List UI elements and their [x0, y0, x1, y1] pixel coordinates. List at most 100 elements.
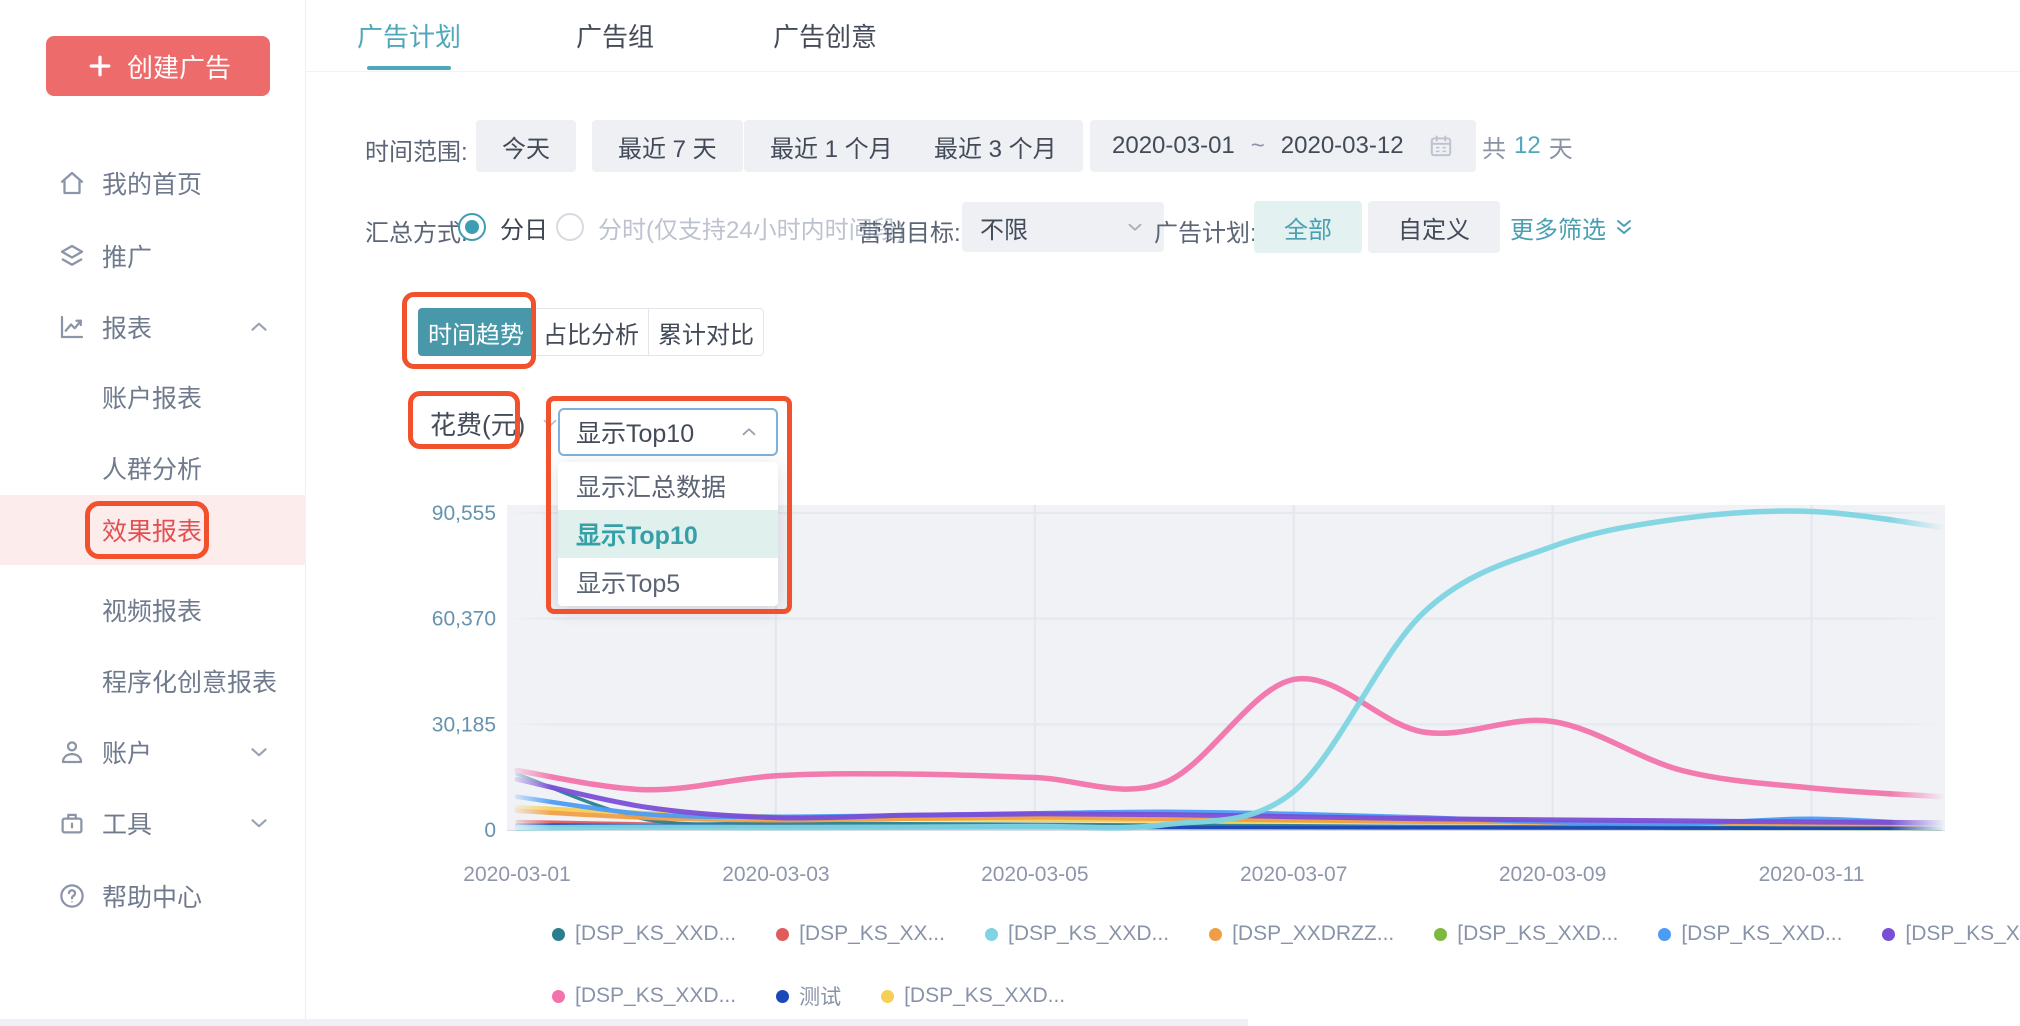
legend-item[interactable]: [DSP_KS_XXD...	[1658, 922, 1842, 946]
more-filters-label: 更多筛选	[1510, 210, 1606, 245]
sidebar-item-help-center[interactable]: 帮助中心	[0, 872, 306, 920]
range-3months-button[interactable]: 最近 3 个月	[908, 120, 1083, 172]
tab-ad-plan[interactable]: 广告计划	[357, 0, 461, 70]
legend-dot	[1434, 928, 1447, 941]
radio-label: 分日	[500, 210, 548, 245]
svg-text:60,370: 60,370	[432, 608, 496, 631]
legend-label: 测试	[799, 981, 841, 1011]
legend-item[interactable]: [DSP_KS_XXD...	[552, 922, 736, 946]
create-ad-button[interactable]: 创建广告	[46, 36, 270, 96]
chart-legend-row-1: [DSP_KS_XXD... [DSP_KS_XX... [DSP_KS_XXD…	[552, 922, 2020, 946]
summary-mode-label: 汇总方式:	[365, 213, 468, 248]
vtab-label: 时间趋势	[428, 315, 524, 350]
legend-item[interactable]: [DSP_KS_XXD...	[881, 984, 1065, 1008]
chip-label: 自定义	[1398, 210, 1470, 245]
radio-by-hour[interactable]	[556, 213, 584, 241]
sidebar: 创建广告 我的首页 推广 报表 账户报表 人群分	[0, 0, 306, 1026]
legend-dot	[552, 928, 565, 941]
tab-label: 广告创意	[773, 17, 877, 54]
legend-item[interactable]: [DSP_KS_XX...	[776, 922, 945, 946]
entity-tabbar	[306, 0, 2020, 72]
legend-item[interactable]: [DSP_KS_XXD...	[985, 922, 1169, 946]
tab-ad-creative[interactable]: 广告创意	[773, 0, 877, 70]
legend-item[interactable]: [DSP_XXDRZZ...	[1209, 922, 1394, 946]
ad-plan-custom-button[interactable]: 自定义	[1368, 201, 1500, 253]
chart-icon	[56, 311, 88, 343]
sidebar-item-video-report[interactable]: 视频报表	[0, 586, 306, 634]
topn-option-summary[interactable]: 显示汇总数据	[558, 462, 778, 510]
sidebar-item-reports[interactable]: 报表	[0, 303, 306, 351]
svg-text:2020-03-05: 2020-03-05	[981, 863, 1088, 886]
marketing-goal-select[interactable]: 不限	[962, 202, 1164, 252]
sidebar-item-label: 视频报表	[102, 592, 202, 628]
view-tab-time-trend[interactable]: 时间趋势	[418, 308, 534, 356]
tab-label: 广告计划	[357, 17, 461, 54]
ad-plan-all-button[interactable]: 全部	[1254, 201, 1362, 253]
chevron-up-icon	[246, 314, 272, 340]
create-ad-label: 创建广告	[127, 48, 231, 85]
legend-dot	[776, 928, 789, 941]
chip-label: 最近 7 天	[618, 129, 717, 164]
legend-item[interactable]: 测试	[776, 981, 841, 1011]
plus-icon	[85, 51, 115, 81]
topn-select-value: 显示Top10	[576, 414, 694, 450]
legend-label: [DSP_KS_XXD...	[1681, 922, 1842, 946]
legend-item[interactable]: [DSP_KS_XXD...	[1882, 922, 2020, 946]
legend-item[interactable]: [DSP_KS_XXD...	[552, 984, 736, 1008]
home-icon	[56, 167, 88, 199]
chevron-down-icon	[246, 810, 272, 836]
sidebar-item-account-report[interactable]: 账户报表	[0, 373, 306, 421]
marketing-goal-label: 营销目标:	[858, 213, 961, 248]
radio-by-day-label[interactable]: 分日	[500, 201, 548, 253]
svg-text:30,185: 30,185	[432, 713, 496, 736]
sidebar-item-label: 人群分析	[102, 450, 202, 486]
svg-text:0: 0	[484, 819, 496, 842]
legend-label: [DSP_KS_XXD...	[904, 984, 1065, 1008]
legend-item[interactable]: [DSP_KS_XXD...	[1434, 922, 1618, 946]
sidebar-item-home[interactable]: 我的首页	[0, 159, 306, 207]
range-today-button[interactable]: 今天	[476, 120, 576, 172]
view-tab-cumulative[interactable]: 累计对比	[648, 308, 764, 356]
topn-option-top10[interactable]: 显示Top10	[558, 510, 778, 558]
select-value: 不限	[980, 210, 1028, 245]
sidebar-item-label: 账户报表	[102, 379, 202, 415]
sidebar-item-effect-report[interactable]: 效果报表	[102, 495, 202, 565]
topn-option-top5[interactable]: 显示Top5	[558, 558, 778, 606]
chip-label: 今天	[502, 129, 550, 164]
legend-label: [DSP_KS_XX...	[799, 922, 945, 946]
date-separator: ~	[1251, 132, 1265, 160]
range-1month-button[interactable]: 最近 1 个月	[744, 120, 919, 172]
radio-by-day[interactable]	[458, 213, 486, 241]
more-filters-link[interactable]: 更多筛选	[1510, 201, 1636, 253]
topn-select[interactable]: 显示Top10	[558, 408, 778, 456]
sidebar-item-label: 我的首页	[102, 165, 202, 201]
date-range-picker[interactable]: 2020-03-01 ~ 2020-03-12	[1090, 120, 1476, 172]
chip-label: 全部	[1284, 210, 1332, 245]
metric-selector[interactable]: 花费(元)	[430, 398, 561, 448]
option-label: 显示汇总数据	[576, 468, 726, 504]
metric-label: 花费(元)	[430, 405, 525, 442]
legend-dot	[552, 990, 565, 1003]
total-days: 共 12 天	[1482, 120, 1573, 172]
ad-plan-filter-label: 广告计划:	[1154, 213, 1257, 248]
sidebar-item-tools[interactable]: 工具	[0, 799, 306, 847]
range-7days-button[interactable]: 最近 7 天	[592, 120, 743, 172]
sidebar-item-label: 帮助中心	[102, 878, 202, 914]
legend-dot	[985, 928, 998, 941]
sidebar-item-label: 报表	[102, 309, 152, 345]
legend-dot	[1209, 928, 1222, 941]
chevron-up-icon	[738, 421, 760, 443]
sidebar-item-promotion[interactable]: 推广	[0, 232, 306, 280]
topn-dropdown-menu: 显示汇总数据 显示Top10 显示Top5	[558, 462, 778, 606]
sidebar-item-audience-analysis[interactable]: 人群分析	[0, 444, 306, 492]
view-tab-proportion[interactable]: 占比分析	[533, 308, 649, 356]
bottom-page-strip	[0, 1019, 1248, 1026]
active-tab-underline	[367, 66, 451, 70]
chart-legend-row-2: [DSP_KS_XXD... 测试 [DSP_KS_XXD...	[552, 981, 1065, 1011]
sidebar-item-programmatic-creative-report[interactable]: 程序化创意报表	[0, 657, 306, 705]
sidebar-item-label: 工具	[102, 805, 152, 841]
sidebar-item-account[interactable]: 账户	[0, 728, 306, 776]
legend-label: [DSP_KS_XXD...	[575, 984, 736, 1008]
tab-ad-group[interactable]: 广告组	[576, 0, 654, 70]
time-range-label: 时间范围:	[365, 132, 468, 167]
